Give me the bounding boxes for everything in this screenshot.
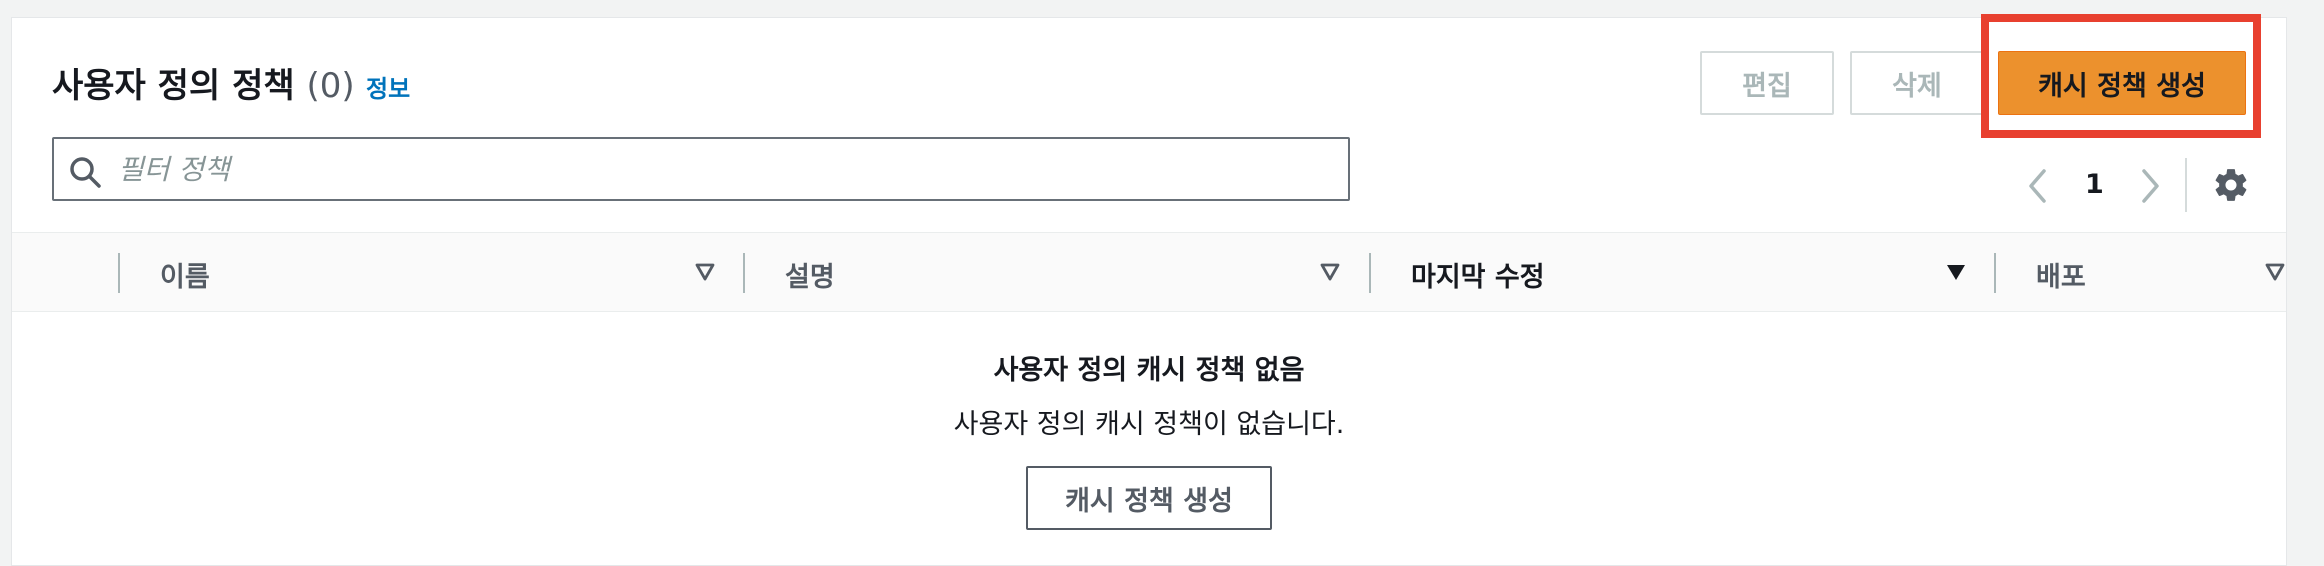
create-cache-policy-button[interactable]: 캐시 정책 생성	[1998, 51, 2246, 115]
sort-unsorted-icon[interactable]	[694, 261, 716, 283]
delete-button[interactable]: 삭제	[1850, 51, 1984, 115]
chevron-left-icon[interactable]	[2026, 168, 2050, 204]
empty-state-title: 사용자 정의 캐시 정책 없음	[993, 355, 1305, 386]
info-link[interactable]: 정보	[366, 69, 410, 104]
sort-unsorted-icon[interactable]	[1319, 261, 1341, 283]
column-header-description[interactable]: 설명	[785, 255, 835, 294]
chevron-right-icon[interactable]	[2138, 168, 2162, 204]
sort-descending-icon[interactable]	[1945, 261, 1967, 283]
policy-count: (0)	[306, 66, 355, 106]
column-divider[interactable]	[1994, 253, 1996, 293]
empty-state-create-button[interactable]: 캐시 정책 생성	[1026, 466, 1272, 530]
title-text: 사용자 정의 정책	[52, 66, 295, 106]
table-header: 이름 설명 마지막 수정 배포	[12, 232, 2286, 312]
column-divider[interactable]	[743, 253, 745, 293]
search-icon	[70, 157, 101, 188]
column-header-last-modified[interactable]: 마지막 수정	[1411, 255, 1545, 294]
gear-icon[interactable]	[2212, 166, 2250, 204]
column-header-name[interactable]: 이름	[160, 255, 210, 294]
sort-unsorted-icon[interactable]	[2264, 261, 2286, 283]
empty-state-description: 사용자 정의 캐시 정책이 없습니다.	[953, 409, 1345, 440]
column-header-distribution[interactable]: 배포	[2036, 255, 2086, 294]
edit-button[interactable]: 편집	[1700, 51, 1834, 115]
search-input[interactable]	[118, 147, 1328, 191]
pager-divider	[2185, 158, 2187, 212]
page-title: 사용자 정의 정책 (0)	[52, 58, 355, 107]
custom-policies-panel: 사용자 정의 정책 (0) 정보 편집 삭제 캐시 정책 생성 1 이름 설명	[11, 17, 2287, 566]
column-divider[interactable]	[1369, 253, 1371, 293]
current-page[interactable]: 1	[2085, 169, 2104, 200]
filter-search[interactable]	[52, 137, 1350, 201]
column-divider	[118, 253, 120, 293]
